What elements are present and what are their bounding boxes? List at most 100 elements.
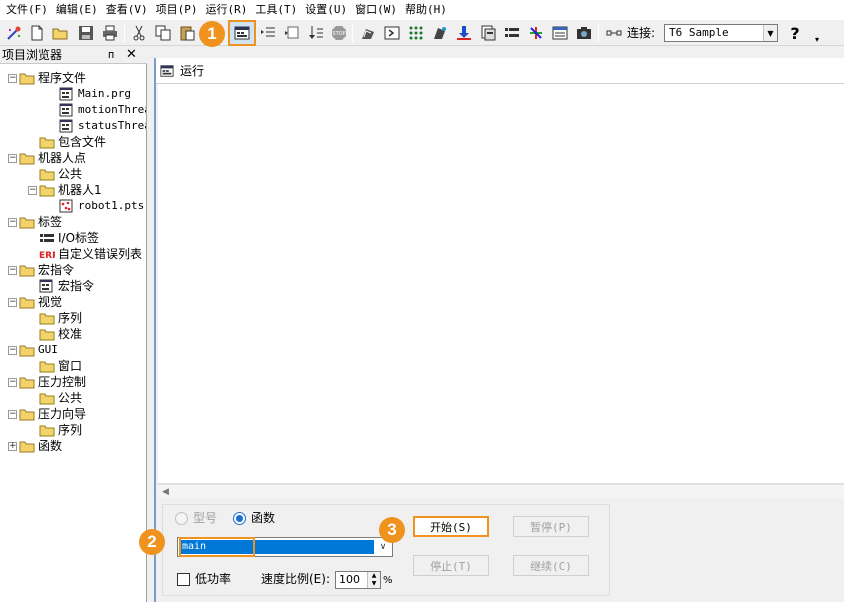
tree-item[interactable]: − 机器人1 — [28, 182, 102, 198]
error-icon: ERR — [39, 247, 55, 261]
horizontal-scrollbar[interactable]: ◀ — [158, 484, 844, 498]
collapse-icon[interactable]: − — [8, 73, 17, 83]
tree-item[interactable]: ERR自定义错误列表 — [39, 246, 142, 262]
tree-item[interactable]: 公共 — [39, 390, 82, 406]
build-icon[interactable] — [478, 23, 498, 43]
tree-item[interactable]: 窗口 — [39, 358, 82, 374]
continue-button[interactable]: 继续(C) — [513, 555, 589, 576]
menu-window[interactable]: 窗口(W) — [351, 0, 401, 20]
menu-project[interactable]: 项目(P) — [152, 0, 202, 20]
pin-icon[interactable]: ᴨ — [108, 47, 114, 63]
tree-item[interactable]: − 机器人点 — [8, 150, 86, 166]
tree-item[interactable]: + 函数 — [8, 438, 62, 454]
io-monitor-icon[interactable] — [406, 23, 426, 43]
program-file-icon — [59, 103, 75, 117]
mode-function-radio[interactable] — [233, 512, 246, 525]
close-icon[interactable]: ✕ — [126, 46, 137, 64]
collapse-icon[interactable]: − — [8, 297, 17, 307]
speed-spin[interactable]: ▲ ▼ — [367, 572, 380, 588]
paste-icon[interactable] — [177, 23, 197, 43]
stop-icon[interactable]: STOP — [329, 23, 349, 43]
toolbar-overflow-icon[interactable]: ▾ — [812, 24, 822, 44]
collapse-icon[interactable]: − — [8, 345, 17, 355]
callout-badge-3: 3 — [379, 517, 405, 543]
scroll-left-icon[interactable]: ◀ — [162, 487, 169, 497]
menu-edit[interactable]: 编辑(E) — [52, 0, 102, 20]
new-file-icon[interactable] — [27, 23, 47, 43]
tree-item[interactable]: 序列 — [39, 310, 82, 326]
tree-item[interactable]: − 压力向导 — [8, 406, 86, 422]
chevron-down-icon[interactable]: ▼ — [763, 25, 777, 41]
command-window-icon[interactable] — [382, 23, 402, 43]
tree-item-label: robot1.pts — [78, 199, 145, 212]
tree-item[interactable]: Main.prg — [59, 86, 131, 102]
tree-item[interactable]: motionThread.p — [59, 102, 146, 118]
io-label-icon[interactable] — [502, 23, 522, 43]
tree-item[interactable]: 序列 — [39, 422, 82, 438]
folder-icon — [39, 327, 55, 341]
wizard-icon[interactable] — [4, 23, 24, 43]
menu-file[interactable]: 文件(F) — [2, 0, 52, 20]
run-output-area[interactable] — [158, 84, 844, 484]
collapse-icon[interactable]: − — [28, 185, 37, 195]
tree-item[interactable]: 包含文件 — [39, 134, 106, 150]
speed-stepper[interactable]: 100 ▲ ▼ — [335, 571, 381, 589]
robot-points-icon[interactable] — [526, 23, 546, 43]
menu-run[interactable]: 运行(R) — [202, 0, 252, 20]
start-button[interactable]: 开始(S) — [413, 516, 489, 537]
camera-icon[interactable] — [574, 23, 594, 43]
step-icon[interactable] — [306, 23, 326, 43]
stop-button[interactable]: 停止(T) — [413, 555, 489, 576]
tree-item[interactable]: 公共 — [39, 166, 82, 182]
connection-dropdown[interactable]: T6 Sample ▼ — [664, 24, 778, 42]
tree-item-label: 公共 — [58, 167, 83, 181]
tree-item[interactable]: statusThread.p — [59, 118, 146, 134]
menu-view[interactable]: 查看(V) — [102, 0, 152, 20]
tree-item-label: 视觉 — [38, 295, 63, 309]
outdent-icon[interactable] — [282, 23, 302, 43]
folder-icon — [19, 295, 35, 309]
copy-icon[interactable] — [153, 23, 173, 43]
save-icon[interactable] — [76, 23, 96, 43]
open-folder-icon[interactable] — [50, 23, 70, 43]
collapse-icon[interactable]: − — [8, 217, 17, 227]
low-power-checkbox[interactable] — [177, 573, 190, 586]
menu-tools[interactable]: 工具(T) — [251, 0, 301, 20]
expand-icon[interactable]: + — [8, 441, 17, 451]
tree-item[interactable]: 校准 — [39, 326, 82, 342]
tree-item[interactable]: − GUI — [8, 342, 58, 358]
tree-item[interactable]: I/O标签 — [39, 230, 99, 246]
tree-item[interactable]: − 压力控制 — [8, 374, 86, 390]
collapse-icon[interactable]: − — [8, 409, 17, 419]
tree-item[interactable]: − 宏指令 — [8, 262, 74, 278]
tree-item[interactable]: robot1.pts — [59, 198, 144, 214]
collapse-icon[interactable]: − — [8, 377, 17, 387]
connect-icon[interactable] — [604, 23, 624, 43]
menu-setup[interactable]: 设置(U) — [301, 0, 351, 20]
print-icon[interactable] — [100, 23, 120, 43]
explorer-title: 项目浏览器 — [2, 48, 63, 62]
run-window-icon[interactable] — [232, 23, 252, 43]
mode-function-label: 函数 — [251, 511, 276, 525]
callout-badge-1: 1 — [199, 21, 225, 47]
pause-button[interactable]: 暂停(P) — [513, 516, 589, 537]
tree-item[interactable]: − 程序文件 — [8, 70, 86, 86]
collapse-icon[interactable]: − — [8, 153, 17, 163]
function-combo[interactable]: main ∨ — [177, 537, 393, 557]
mode-model-radio[interactable] — [175, 512, 188, 525]
indent-icon[interactable] — [258, 23, 278, 43]
spin-up-icon[interactable]: ▲ — [368, 572, 380, 580]
cut-icon[interactable] — [129, 23, 149, 43]
download-icon[interactable] — [454, 23, 474, 43]
help-icon[interactable]: ? — [785, 23, 805, 43]
robot-manager-icon[interactable] — [358, 23, 378, 43]
tree-item[interactable]: 宏指令 — [39, 278, 94, 294]
tree-item[interactable]: − 视觉 — [8, 294, 62, 310]
tree-item[interactable]: − 标签 — [8, 214, 62, 230]
tree-item-label: 函数 — [38, 439, 63, 453]
jog-icon[interactable] — [430, 23, 450, 43]
spin-down-icon[interactable]: ▼ — [368, 580, 380, 588]
task-manager-icon[interactable] — [550, 23, 570, 43]
menu-help[interactable]: 帮助(H) — [401, 0, 451, 20]
collapse-icon[interactable]: − — [8, 265, 17, 275]
